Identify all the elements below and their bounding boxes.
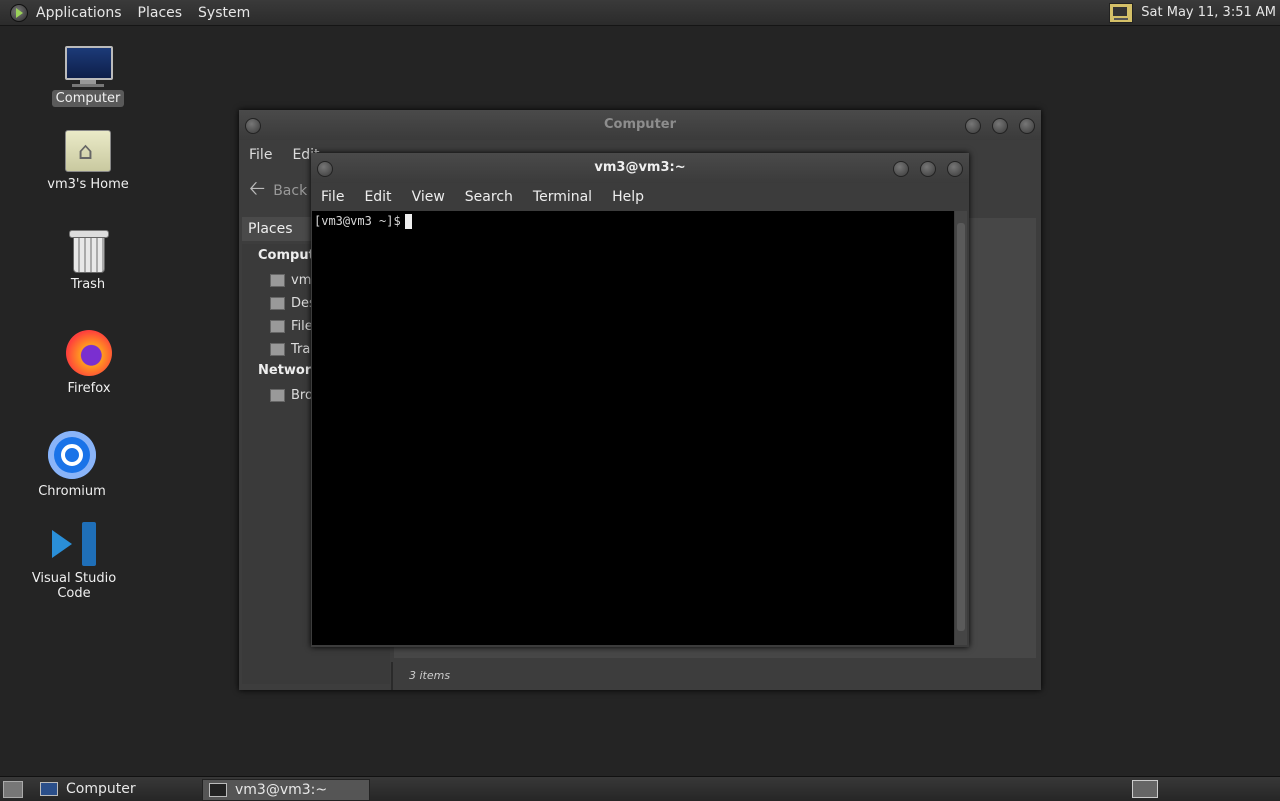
desktop-icon-label: Firefox bbox=[67, 381, 111, 396]
computer-icon bbox=[64, 46, 113, 87]
bottom-panel: Computer vm3@vm3:~ bbox=[0, 776, 1280, 801]
terminal-menubar: File Edit View Search Terminal Help bbox=[311, 183, 969, 211]
back-arrow-icon[interactable]: 🡠 bbox=[249, 174, 265, 208]
desktop-icon-chromium[interactable]: Chromium bbox=[12, 431, 132, 500]
window-menu-button[interactable] bbox=[317, 161, 333, 177]
terminal-screen[interactable]: [vm3@vm3 ~]$ bbox=[312, 211, 954, 645]
desktop-icon-home[interactable]: vm3's Home bbox=[28, 130, 148, 193]
window-title: vm3@vm3:~ bbox=[594, 160, 686, 175]
network-icon bbox=[270, 389, 285, 402]
close-button[interactable] bbox=[947, 161, 963, 177]
computer-icon bbox=[40, 782, 58, 796]
trash-icon bbox=[69, 230, 109, 273]
maximize-button[interactable] bbox=[992, 118, 1008, 134]
taskbar-item-computer[interactable]: Computer bbox=[34, 779, 200, 799]
desktop-icon-computer[interactable]: Computer bbox=[28, 46, 148, 107]
shell-prompt: [vm3@vm3 ~]$ bbox=[314, 214, 401, 228]
vscode-icon bbox=[52, 522, 96, 566]
top-panel-tray: Sat May 11, 3:51 AM bbox=[1109, 0, 1276, 25]
close-button[interactable] bbox=[1019, 118, 1035, 134]
taskbar-item-terminal[interactable]: vm3@vm3:~ bbox=[202, 779, 370, 801]
chromium-icon bbox=[48, 431, 96, 479]
minimize-button[interactable] bbox=[893, 161, 909, 177]
show-desktop-icon[interactable] bbox=[3, 781, 23, 798]
desktop-icon-label: Visual Studio Code bbox=[31, 571, 117, 601]
workspace-switcher[interactable] bbox=[1132, 780, 1158, 798]
desktop-icon-firefox[interactable]: Firefox bbox=[29, 330, 149, 397]
status-bar: 3 items bbox=[391, 662, 1059, 690]
clock[interactable]: Sat May 11, 3:51 AM bbox=[1141, 5, 1276, 20]
desktop-icon-label: vm3's Home bbox=[47, 177, 129, 192]
terminal-icon bbox=[209, 783, 227, 797]
menu-view[interactable]: View bbox=[402, 189, 455, 205]
drive-icon bbox=[270, 320, 285, 333]
applications-menu[interactable]: Applications bbox=[28, 5, 130, 21]
desktop-icon-trash[interactable]: Trash bbox=[28, 230, 148, 293]
home-folder-icon bbox=[65, 130, 111, 172]
system-menu[interactable]: System bbox=[190, 5, 258, 21]
applications-logo-icon[interactable] bbox=[10, 3, 28, 22]
terminal-scrollbar[interactable] bbox=[955, 211, 967, 645]
window-title: Computer bbox=[603, 117, 677, 132]
scrollbar-thumb[interactable] bbox=[957, 223, 965, 631]
menu-terminal[interactable]: Terminal bbox=[523, 189, 602, 205]
desktop-icon-label: Chromium bbox=[38, 484, 106, 499]
menu-file[interactable]: File bbox=[311, 189, 354, 205]
window-menu-button[interactable] bbox=[245, 118, 261, 134]
menu-help[interactable]: Help bbox=[602, 189, 654, 205]
desktop-icon-label: Computer bbox=[51, 90, 125, 107]
maximize-button[interactable] bbox=[920, 161, 936, 177]
minimize-button[interactable] bbox=[965, 118, 981, 134]
desktop-icon-vscode[interactable]: Visual Studio Code bbox=[14, 522, 134, 602]
trash-icon bbox=[270, 343, 285, 356]
top-panel: Applications Places System Sat May 11, 3… bbox=[0, 0, 1280, 26]
terminal-window: vm3@vm3:~ File Edit View Search Terminal… bbox=[311, 153, 969, 647]
menu-search[interactable]: Search bbox=[455, 189, 523, 205]
home-icon bbox=[270, 274, 285, 287]
desktop-icon-label: Trash bbox=[70, 277, 106, 292]
places-menu[interactable]: Places bbox=[130, 5, 191, 21]
file-manager-titlebar[interactable]: Computer bbox=[239, 110, 1041, 140]
menu-file[interactable]: File bbox=[239, 147, 282, 163]
desktop-icon bbox=[270, 297, 285, 310]
terminal-titlebar[interactable]: vm3@vm3:~ bbox=[311, 153, 969, 183]
firefox-icon bbox=[66, 330, 112, 376]
back-button[interactable]: Back bbox=[273, 183, 307, 199]
network-status-icon[interactable] bbox=[1109, 2, 1134, 23]
text-cursor bbox=[404, 214, 412, 229]
menu-edit[interactable]: Edit bbox=[354, 189, 401, 205]
